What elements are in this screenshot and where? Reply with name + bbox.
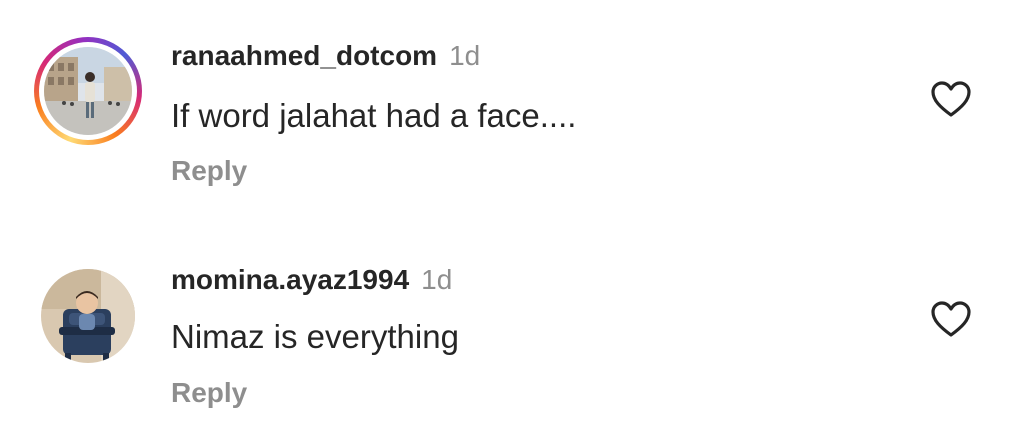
heart-outline-icon[interactable] <box>930 300 972 338</box>
comment-item: momina.ayaz1994 1d Nimaz is everything Re… <box>0 224 1024 448</box>
reply-button[interactable]: Reply <box>171 377 247 409</box>
avatar-photo <box>44 47 132 135</box>
username-text[interactable]: ranaahmed_dotcom <box>171 40 437 71</box>
comment-username[interactable]: momina.ayaz1994 1d <box>171 264 452 296</box>
username-text[interactable]: momina.ayaz1994 <box>171 264 409 295</box>
heart-outline-icon[interactable] <box>930 80 972 118</box>
comment-item: ranaahmed_dotcom 1d If word jalahat had a… <box>0 0 1024 224</box>
avatar[interactable] <box>44 47 132 135</box>
comment-username[interactable]: ranaahmed_dotcom 1d <box>171 40 480 72</box>
comment-timestamp: 1d <box>421 264 453 295</box>
comment-text: Nimaz is everything <box>171 318 459 355</box>
reply-button[interactable]: Reply <box>171 155 247 187</box>
comment-timestamp: 1d <box>449 40 481 71</box>
avatar[interactable] <box>41 269 135 363</box>
comment-text: If word jalahat had a face.... <box>171 97 577 134</box>
story-ring-avatar[interactable] <box>34 37 142 145</box>
avatar-photo <box>41 269 135 363</box>
